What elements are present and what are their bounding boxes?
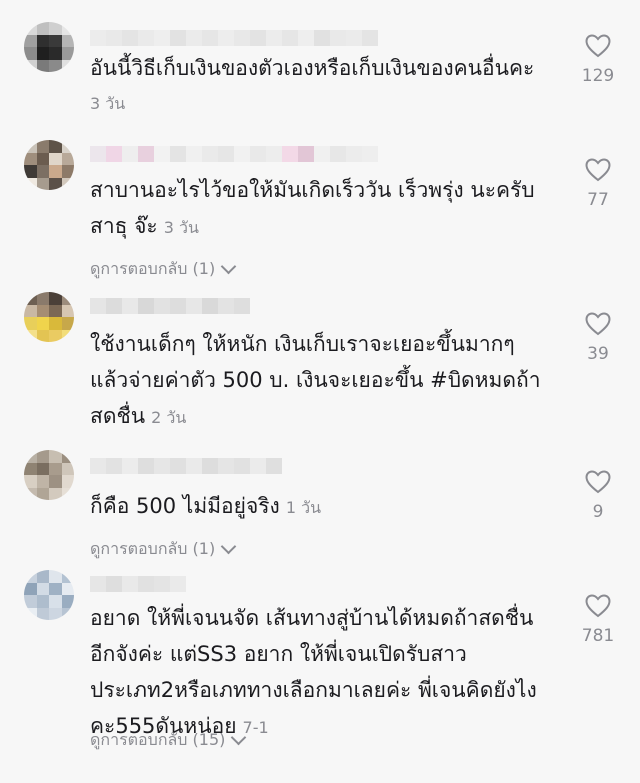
username[interactable] xyxy=(90,298,250,314)
comment-time: 7-1 xyxy=(242,718,269,737)
like-button[interactable]: 129 xyxy=(574,34,622,86)
like-count: 39 xyxy=(587,344,609,364)
comment-meta: 3 วัน xyxy=(90,84,568,122)
like-button[interactable]: 9 xyxy=(574,470,622,522)
avatar[interactable] xyxy=(24,450,74,500)
heart-icon[interactable] xyxy=(574,312,622,336)
comment-body: อยาด ให้พี่เจนนจัด เส้นทางสู่บ้านได้หมดถ… xyxy=(90,606,537,738)
comment-body: ก็คือ 500 ไม่มีอยู่จริง xyxy=(90,494,280,518)
comment-time: 3 วัน xyxy=(163,218,199,237)
avatar[interactable] xyxy=(24,140,74,190)
like-button[interactable]: 781 xyxy=(574,594,622,646)
heart-icon[interactable] xyxy=(574,594,622,618)
comment-time: 1 วัน xyxy=(285,498,321,517)
chevron-down-icon xyxy=(220,538,237,555)
comment-text: อยาด ให้พี่เจนนจัด เส้นทางสู่บ้านได้หมดถ… xyxy=(90,600,568,746)
comment-body: สาบานอะไรไว้ขอให้มันเกิดเร็ววัน เร็วพรุ่… xyxy=(90,178,535,238)
heart-icon[interactable] xyxy=(574,34,622,58)
chevron-down-icon xyxy=(231,729,247,746)
view-replies-label: ดูการตอบกลับ (1) xyxy=(90,539,216,558)
username[interactable] xyxy=(90,30,378,46)
comment-time: 3 วัน xyxy=(90,94,126,113)
view-replies-button[interactable]: ดูการตอบกลับ (1) xyxy=(90,257,237,282)
heart-icon[interactable] xyxy=(574,158,622,182)
comment-time: 2 วัน xyxy=(151,408,187,427)
comment-body: อันนี้วิธีเก็บเงินของตัวเองหรือเก็บเงินข… xyxy=(90,56,535,80)
view-replies-button[interactable]: ดูการตอบกลับ (15) xyxy=(90,728,247,753)
username[interactable] xyxy=(90,458,282,474)
comment-text: อันนี้วิธีเก็บเงินของตัวเองหรือเก็บเงินข… xyxy=(90,50,568,86)
view-replies-label: ดูการตอบกลับ (1) xyxy=(90,259,216,278)
like-count: 129 xyxy=(581,66,615,86)
avatar[interactable] xyxy=(24,292,74,342)
comment-text: สาบานอะไรไว้ขอให้มันเกิดเร็ววัน เร็วพรุ่… xyxy=(90,172,568,246)
like-count: 77 xyxy=(587,190,609,210)
username[interactable] xyxy=(90,576,186,592)
avatar[interactable] xyxy=(24,570,74,620)
like-count: 781 xyxy=(581,626,615,646)
view-replies-label: ดูการตอบกลับ (15) xyxy=(90,730,226,749)
comment-text: ก็คือ 500 ไม่มีอยู่จริง 1 วัน xyxy=(90,488,568,526)
comment-text: ใช้งานเด็กๆ ให้หนัก เงินเก็บเราจะเยอะขึ้… xyxy=(90,326,568,436)
like-button[interactable]: 77 xyxy=(574,158,622,210)
like-button[interactable]: 39 xyxy=(574,312,622,364)
view-replies-button[interactable]: ดูการตอบกลับ (1) xyxy=(90,537,237,562)
username[interactable] xyxy=(90,146,378,162)
like-count: 9 xyxy=(592,502,604,522)
avatar[interactable] xyxy=(24,22,74,72)
chevron-down-icon xyxy=(220,258,237,275)
heart-icon[interactable] xyxy=(574,470,622,494)
